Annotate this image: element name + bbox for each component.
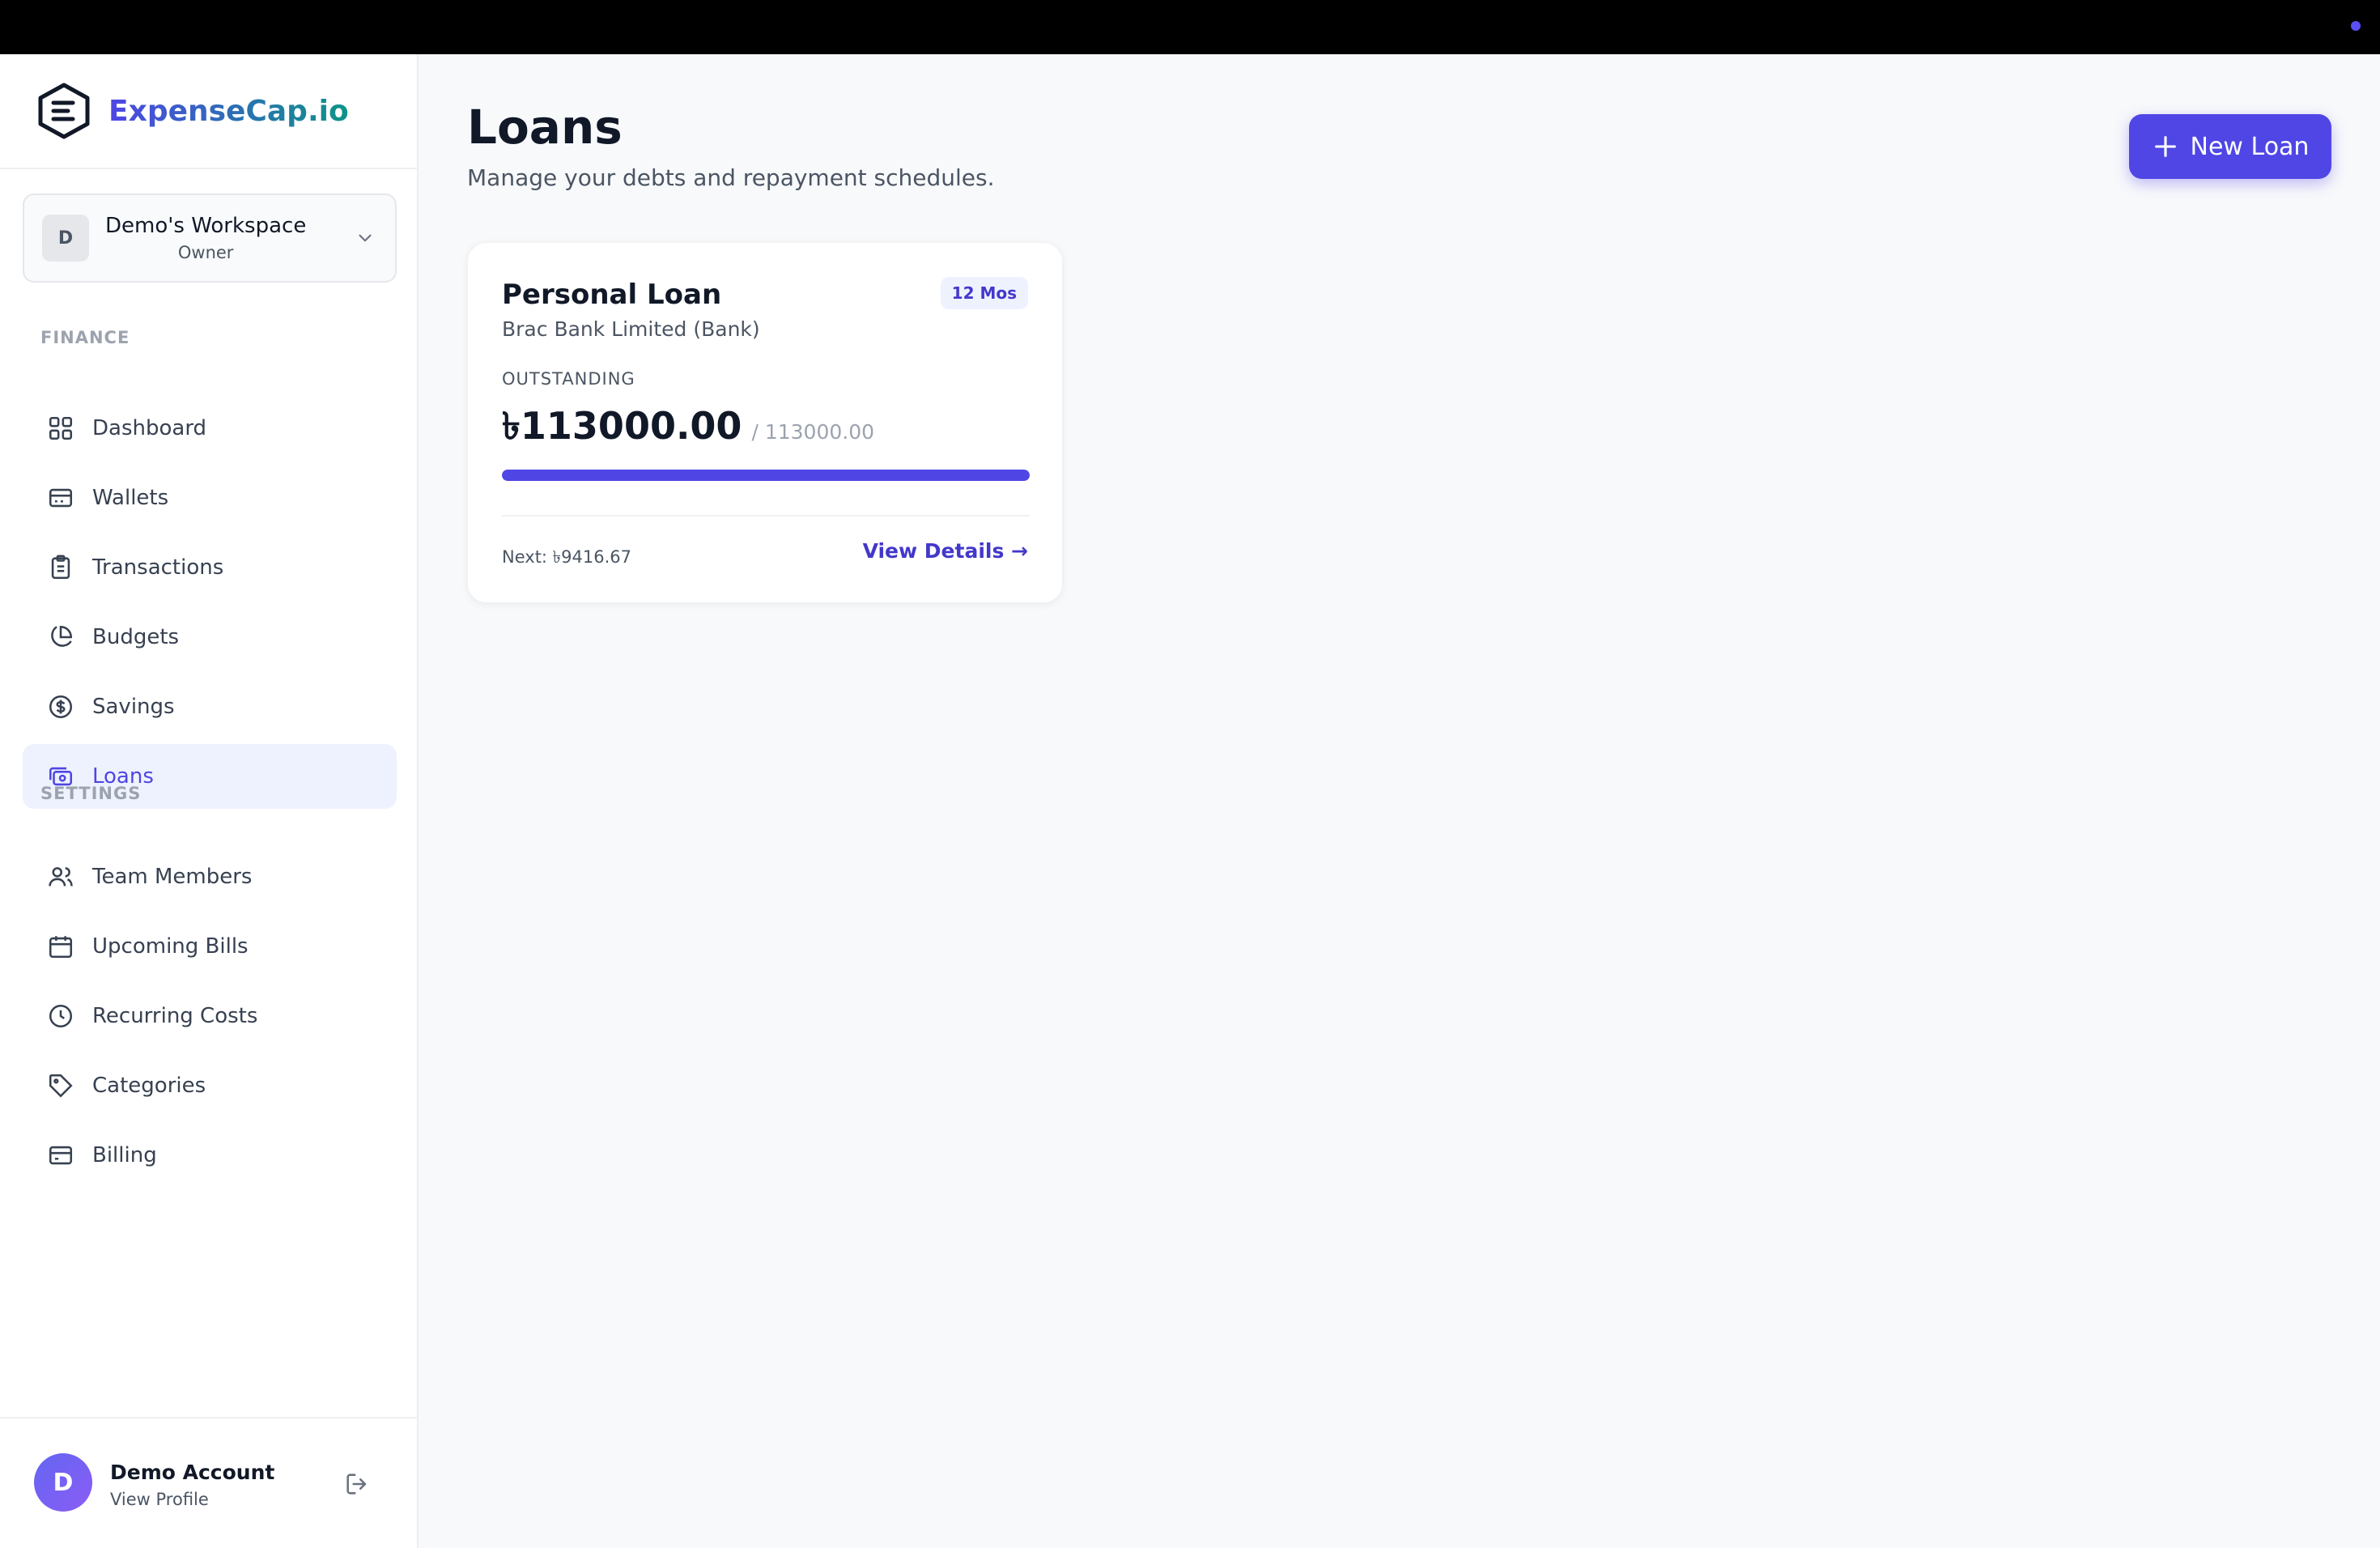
sidebar-item-transactions[interactable]: Transactions: [23, 535, 397, 600]
outstanding-amount: ৳113000.00 / 113000.00: [502, 398, 874, 460]
new-loan-button[interactable]: New Loan: [2129, 114, 2331, 179]
section-label-finance: FINANCE: [40, 328, 130, 347]
sidebar-item-label: Transactions: [92, 555, 224, 580]
sidebar-item-label: Team Members: [92, 865, 253, 889]
logout-icon[interactable]: [343, 1470, 371, 1498]
clipboard-icon: [51, 555, 70, 580]
tag-icon: [49, 1074, 73, 1098]
loan-term-badge: 12 Mos: [940, 277, 1028, 309]
chevron-down-icon: [359, 234, 372, 242]
avatar[interactable]: D: [34, 1453, 92, 1512]
profile-footer: D Demo Account View Profile: [0, 1417, 419, 1548]
clock-icon: [49, 1004, 73, 1028]
credit-card-icon: [49, 1146, 73, 1165]
app-name: ExpenseCap.io: [108, 94, 349, 128]
sidebar-item-label: Billing: [92, 1143, 157, 1167]
grid-icon: [49, 416, 73, 440]
window-top-bar: [0, 0, 2380, 54]
workspace-switcher[interactable]: D Demo's Workspace Owner: [23, 194, 397, 283]
loan-total: / 113000.00: [751, 420, 875, 444]
sidebar-item-budgets[interactable]: Budgets: [23, 605, 397, 670]
status-dot: [2351, 21, 2361, 31]
new-loan-label: New Loan: [2190, 132, 2310, 161]
profile-name[interactable]: Demo Account: [110, 1461, 274, 1484]
repayment-progress-bar: [502, 470, 1030, 481]
repayment-progress-fill: [502, 470, 1030, 481]
brand[interactable]: ExpenseCap.io: [0, 54, 417, 169]
sidebar-item-label: Recurring Costs: [92, 1004, 258, 1028]
sidebar-item-label: Upcoming Bills: [92, 934, 249, 959]
card-divider: [502, 515, 1030, 517]
loan-lender: Brac Bank Limited (Bank): [502, 317, 760, 341]
workspace-avatar: D: [42, 215, 89, 262]
sidebar-item-label: Wallets: [92, 486, 169, 510]
outstanding-label: OUTSTANDING: [502, 369, 635, 389]
logo-icon: [38, 83, 90, 139]
workspace-role: Owner: [177, 243, 234, 262]
sidebar-item-categories[interactable]: Categories: [23, 1053, 397, 1118]
sidebar: ExpenseCap.io D Demo's Workspace Owner F…: [0, 54, 419, 1548]
workspace-name: Demo's Workspace: [105, 214, 307, 238]
users-icon: [49, 867, 73, 887]
sidebar-item-label: Dashboard: [92, 416, 207, 440]
sidebar-item-label: Budgets: [92, 625, 180, 649]
dollar-circle-icon: [49, 695, 73, 719]
sidebar-item-label: Categories: [92, 1074, 206, 1098]
section-label-settings: SETTINGS: [40, 784, 142, 803]
sidebar-item-recurring-costs[interactable]: Recurring Costs: [23, 984, 397, 1048]
loan-title: Personal Loan: [502, 279, 722, 311]
sidebar-item-wallets[interactable]: Wallets: [23, 466, 397, 530]
wallet-icon: [49, 488, 73, 508]
sidebar-item-savings[interactable]: Savings: [23, 674, 397, 739]
sidebar-item-billing[interactable]: Billing: [23, 1123, 397, 1188]
sidebar-item-dashboard[interactable]: Dashboard: [23, 396, 397, 461]
sidebar-item-label: Savings: [92, 695, 175, 719]
loan-card: Personal Loan Brac Bank Limited (Bank) 1…: [467, 242, 1063, 603]
page-title: Loans: [467, 100, 623, 155]
page-subtitle: Manage your debts and repayment schedule…: [467, 164, 995, 191]
view-profile-link[interactable]: View Profile: [110, 1490, 209, 1509]
view-details-link[interactable]: View Details →: [863, 539, 1028, 563]
next-payment: Next: ৳9416.67: [502, 547, 631, 567]
sidebar-item-team-members[interactable]: Team Members: [23, 844, 397, 909]
outstanding-value: ৳113000.00: [502, 404, 742, 448]
plus-icon: [2154, 136, 2176, 157]
calendar-icon: [49, 936, 73, 959]
main-content: Loans Manage your debts and repayment sc…: [420, 54, 2380, 1548]
pie-chart-icon: [51, 625, 73, 647]
sidebar-item-upcoming-bills[interactable]: Upcoming Bills: [23, 914, 397, 979]
